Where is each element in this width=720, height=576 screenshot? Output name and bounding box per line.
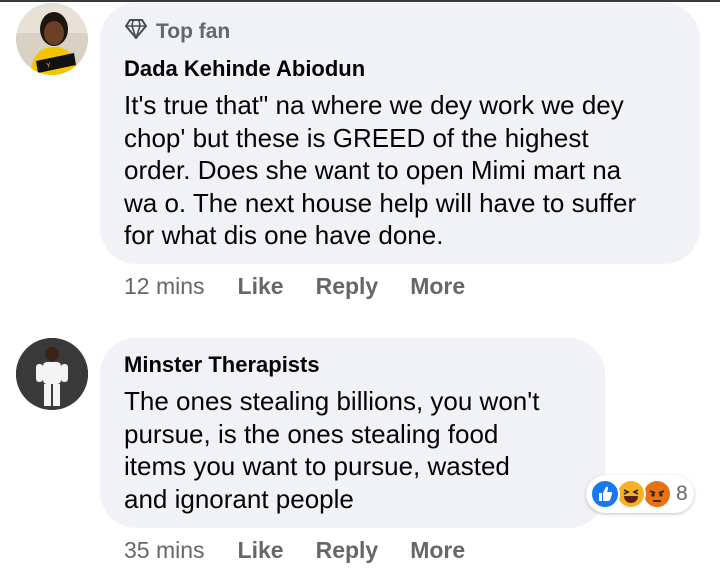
comment-text: The ones stealing billions, you won't pu… [124, 385, 539, 515]
comment-text-line: It's true that" na where we dey work we … [124, 90, 624, 120]
commenter-avatar[interactable]: Y [16, 3, 88, 75]
comment-text: It's true that" na where we dey work we … [124, 89, 636, 252]
comment-author[interactable]: Minster Therapists [124, 352, 320, 378]
comment-text-line: wa o. The next house help will have to s… [124, 187, 637, 218]
badge-label: Top fan [156, 19, 231, 43]
comment-timestamp[interactable]: 12 mins [124, 273, 205, 300]
comment-timestamp[interactable]: 35 mins [124, 537, 205, 564]
like-reaction-icon [590, 479, 620, 509]
commenter-avatar[interactable] [16, 338, 88, 410]
comment-text-line: pursue, is the ones stealing food [124, 418, 499, 449]
angry-reaction-icon [642, 479, 672, 509]
comment-text-line: chop' but these is GREED of the highest [124, 122, 589, 153]
comment-text-line: The ones stealing billions, you won't [124, 386, 540, 416]
comment-text-line: for what dis one have done. [124, 220, 444, 250]
comment-text-line: order. Does she want to open Mimi mart n… [124, 155, 622, 185]
comment-actions: 35 mins Like Reply More [124, 537, 465, 564]
more-button[interactable]: More [410, 537, 465, 564]
like-button[interactable]: Like [238, 537, 284, 564]
comment-text-line: and ignorant people [124, 483, 354, 514]
like-button[interactable]: Like [238, 273, 284, 300]
top-fan-badge: Top fan [124, 18, 230, 45]
diamond-icon [124, 18, 148, 45]
comment-author[interactable]: Dada Kehinde Abiodun [124, 56, 365, 82]
reply-button[interactable]: Reply [316, 537, 379, 564]
comment-actions: 12 mins Like Reply More [124, 273, 465, 300]
reaction-count: 8 [676, 482, 688, 505]
haha-reaction-icon [616, 479, 646, 509]
more-button[interactable]: More [410, 273, 465, 300]
top-divider [0, 0, 720, 2]
reply-button[interactable]: Reply [316, 273, 379, 300]
comment-text-line: items you want to pursue, wasted [124, 451, 510, 481]
reactions-summary[interactable]: 8 [586, 475, 694, 513]
